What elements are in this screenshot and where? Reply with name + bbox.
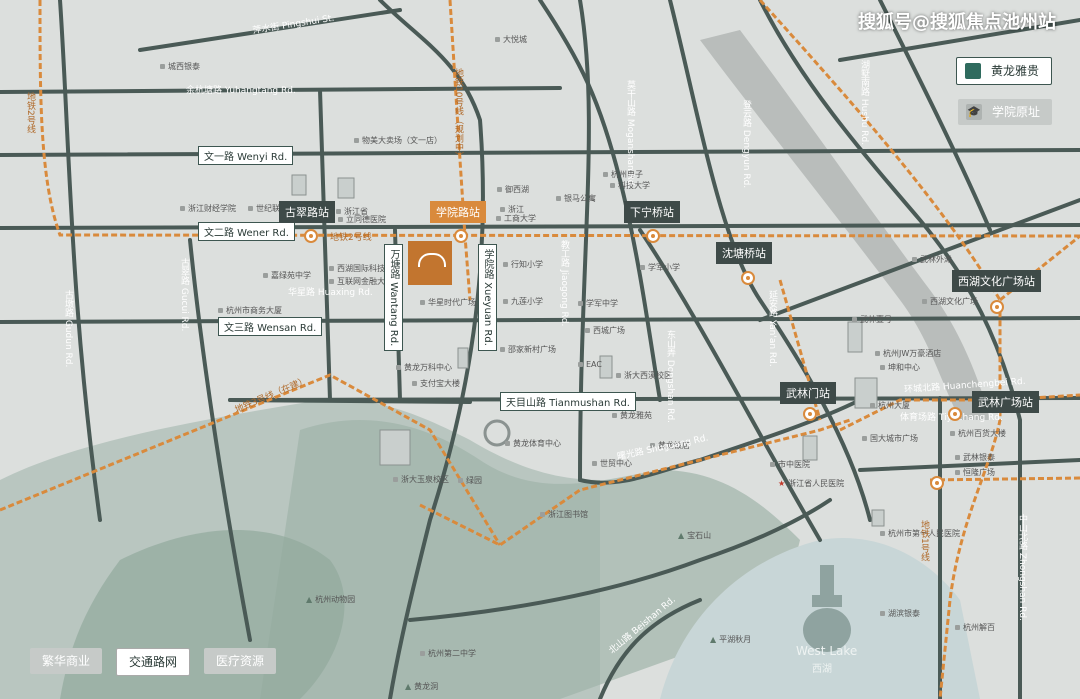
metro-label-line2-side: 地铁2号线 bbox=[25, 92, 35, 134]
road-label-moganshan: 莫干山路 Moganshan Rd. bbox=[625, 80, 635, 189]
poi-label: 宝石山 bbox=[678, 530, 711, 541]
poi-label: 华星时代广场 bbox=[420, 297, 476, 308]
poi-label: 黄龙洞 bbox=[405, 681, 438, 692]
station-marker[interactable] bbox=[304, 229, 318, 243]
poi-label: 杭州市商务大厦 bbox=[218, 305, 282, 316]
poi-label: EAC bbox=[578, 360, 602, 369]
poi-label: 黄龙体育中心 bbox=[505, 438, 561, 449]
tab-medical[interactable]: 医疗资源 bbox=[204, 648, 277, 674]
station-gucuilu[interactable]: 古翠路站 bbox=[279, 201, 335, 223]
poi-label: 绿园 bbox=[458, 475, 482, 486]
road-tag-wantang: 万塘路 Wantang Rd. bbox=[384, 244, 403, 352]
station-marker[interactable] bbox=[646, 229, 660, 243]
station-marker[interactable] bbox=[990, 300, 1004, 314]
road-label-gudun: 古墩路 Gudun Rd. bbox=[63, 290, 73, 368]
poi-label: 御西湖 bbox=[497, 184, 529, 195]
poi-label: 杭州第二中学 bbox=[420, 648, 476, 659]
station-xueyuanlu[interactable]: 学院路站 bbox=[430, 201, 486, 223]
poi-label: 杭州动物园 bbox=[306, 594, 355, 605]
poi-label: 黄龙雅苑 bbox=[612, 410, 652, 421]
poi-label: 嘉绿苑中学 bbox=[263, 270, 311, 281]
poi-label: 黄龙万科中心 bbox=[396, 362, 452, 373]
poi-label: 大悦城 bbox=[495, 34, 527, 45]
poi-label: 物美大卖场（文一店） bbox=[354, 135, 442, 146]
poi-label: 国大城市广场 bbox=[862, 433, 918, 444]
station-wulinguangchang[interactable]: 武林广场站 bbox=[972, 391, 1039, 413]
poi-label: 浙江财经学院 bbox=[180, 203, 236, 214]
station-wulinmen[interactable]: 武林门站 bbox=[780, 382, 836, 404]
poi-label: 浙大玉泉校区 bbox=[393, 474, 449, 485]
poi-label: 市中医院 bbox=[770, 459, 810, 470]
poi-label: 工商大学 bbox=[496, 213, 536, 224]
road-tag-xueyuan: 学院路 Xueyuan Rd. bbox=[478, 244, 497, 351]
tab-commerce[interactable]: 繁华商业 bbox=[30, 648, 103, 674]
poi-label: 支付宝大楼 bbox=[412, 378, 460, 389]
station-marker[interactable] bbox=[454, 229, 468, 243]
poi-label: 武林外滩 bbox=[912, 254, 952, 265]
station-marker[interactable] bbox=[948, 407, 962, 421]
metro-label-line2: 地铁2号线 bbox=[330, 233, 372, 243]
legend-school-label: 学院原址 bbox=[991, 105, 1040, 119]
poi-label: 城西银泰 bbox=[160, 61, 200, 72]
station-marker[interactable] bbox=[803, 407, 817, 421]
station-marker[interactable] bbox=[930, 476, 944, 490]
road-label-zhongshan: 中山北路 Zhongshan Rd. bbox=[1017, 514, 1027, 621]
road-tag-tianmushan: 天目山路 Tianmushan Rd. bbox=[500, 392, 636, 411]
poi-label: 邵家新村广场 bbox=[500, 344, 556, 355]
poi-label: 杭州百货大楼 bbox=[950, 428, 1006, 439]
legend-school-button[interactable]: 🎓 学院原址 bbox=[957, 99, 1052, 125]
poi-label: 西湖文化广场 bbox=[922, 296, 978, 307]
poi-label: 浙江图书馆 bbox=[540, 509, 588, 520]
station-marker[interactable] bbox=[741, 271, 755, 285]
road-label-dongshan: 东山弄 Dongshan Rd. bbox=[665, 330, 675, 424]
legend-project-button[interactable]: 黄龙雅贵 bbox=[955, 57, 1052, 85]
building-icon bbox=[964, 63, 981, 79]
map-canvas[interactable]: 城西银泰 大悦城 物美大卖场（文一店） 浙江财经学院 世纪联华 浙江省 立同德医… bbox=[0, 0, 1080, 699]
road-tag-wener: 文二路 Wener Rd. bbox=[198, 222, 295, 241]
road-tag-wensan: 文三路 Wensan Rd. bbox=[218, 317, 323, 336]
road-label-yan-an: 延安路 Yan'an Rd. bbox=[767, 290, 777, 367]
poi-label: 武林壹号 bbox=[852, 314, 892, 325]
road-label-yuhangtang: 余杭塘路 Yuhangtang Rd. bbox=[186, 86, 296, 96]
graduation-cap-icon: 🎓 bbox=[965, 104, 982, 120]
poi-label: 银马公寓 bbox=[556, 193, 596, 204]
west-lake-label-en: West Lake bbox=[796, 644, 858, 658]
poi-label: 恒隆广场 bbox=[955, 467, 995, 478]
poi-label: 行知小学 bbox=[503, 259, 543, 270]
poi-label: 平湖秋月 bbox=[710, 634, 751, 645]
poi-label: 学军中学 bbox=[578, 298, 618, 309]
station-xianingqiao[interactable]: 下宁桥站 bbox=[624, 201, 680, 223]
tab-transport[interactable]: 交通路网 bbox=[116, 648, 191, 676]
metro-label-line1: 地铁1号线 bbox=[919, 520, 929, 562]
station-shentangqiao[interactable]: 沈塘桥站 bbox=[716, 242, 772, 264]
west-lake-label-cn: 西湖 bbox=[812, 664, 832, 675]
poi-label: 坤和中心 bbox=[880, 362, 920, 373]
project-marker[interactable] bbox=[408, 241, 452, 285]
poi-label: 九莲小学 bbox=[503, 296, 543, 307]
poi-label: 学军小学 bbox=[640, 262, 680, 273]
poi-label: 湖滨银泰 bbox=[880, 608, 920, 619]
watermark: 搜狐号@搜狐焦点池州站 bbox=[858, 12, 1056, 33]
road-label-huaxing: 华星路 Huaxing Rd. bbox=[288, 288, 373, 298]
poi-label: 武林银泰 bbox=[955, 452, 995, 463]
poi-label: 浙江省人民医院 bbox=[778, 478, 844, 489]
metro-label-line10: 地铁10号线（规划中） bbox=[453, 68, 463, 161]
poi-label: 杭州解百 bbox=[955, 622, 995, 633]
road-label-hushu: 湖墅南路 Hushu Rd. bbox=[859, 60, 869, 146]
station-xihuwenhua[interactable]: 西湖文化广场站 bbox=[952, 270, 1041, 292]
road-label-jiaogong: 教工路 Jiaogong Rd. bbox=[559, 240, 569, 327]
road-tag-wenyi: 文一路 Wenyi Rd. bbox=[198, 146, 294, 165]
poi-label: 西城广场 bbox=[585, 325, 625, 336]
poi-label: 杭州JW万豪酒店 bbox=[875, 348, 941, 359]
legend-project-label: 黄龙雅贵 bbox=[990, 64, 1039, 78]
road-label-gucui: 古翠路 Gucui Rd. bbox=[179, 258, 189, 332]
road-label-dengyun: 登云路 Dengyun Rd. bbox=[741, 100, 751, 189]
poi-label: 杭州电子 bbox=[603, 169, 643, 180]
poi-label: 立同德医院 bbox=[338, 214, 386, 225]
